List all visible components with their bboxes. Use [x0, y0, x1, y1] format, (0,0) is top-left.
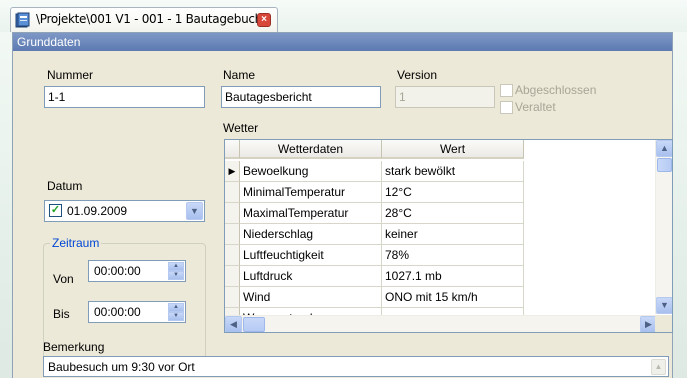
row-selector[interactable]	[225, 245, 240, 266]
table-cell[interactable]: 1027.1 mb	[382, 266, 524, 287]
vertical-scrollbar[interactable]: ▲ ▼	[655, 140, 672, 314]
nummer-field[interactable]: 1-1	[44, 86, 205, 108]
table-cell[interactable]: MinimalTemperatur	[240, 182, 382, 203]
abgeschlossen-label: Abgeschlossen	[515, 83, 597, 97]
spin-up-icon[interactable]: ▲	[168, 303, 184, 312]
spin-up-icon[interactable]: ▲	[168, 262, 184, 271]
version-label: Version	[397, 68, 438, 82]
scroll-left-icon[interactable]: ◀	[225, 316, 242, 332]
veraltet-checkbox[interactable]	[500, 101, 513, 114]
tab-strip: \Projekte\001 V1 - 001 - 1 Bautagebuch ×	[0, 0, 687, 32]
table-cell[interactable]: 12°C	[382, 182, 524, 203]
von-time-field[interactable]: 00:00:00 ▲ ▼	[88, 260, 186, 282]
row-selector[interactable]	[225, 266, 240, 287]
bis-label: Bis	[53, 307, 70, 321]
abgeschlossen-checkbox[interactable]	[500, 84, 513, 97]
name-field[interactable]: Bautagesbericht	[221, 86, 381, 108]
bis-time-field[interactable]: 00:00:00 ▲ ▼	[88, 301, 186, 323]
table-row[interactable]: Luftdruck 1027.1 mb	[225, 266, 525, 287]
chevron-down-icon[interactable]: ▼	[186, 202, 203, 220]
table-row[interactable]: MaximalTemperatur 28°C	[225, 203, 525, 224]
grunddaten-panel: Grunddaten Nummer 1-1 Name Bautagesberic…	[12, 32, 673, 378]
name-label: Name	[223, 68, 256, 82]
table-cell[interactable]: 78%	[382, 245, 524, 266]
scroll-up-icon[interactable]: ▲	[656, 140, 672, 157]
table-cell[interactable]: Niederschlag	[240, 224, 382, 245]
von-label: Von	[53, 272, 74, 286]
bemerkung-value: Baubesuch um 9:30 vor Ort	[48, 360, 195, 374]
version-field: 1	[395, 86, 495, 108]
row-selector[interactable]	[225, 287, 240, 308]
scrollbar-corner	[655, 315, 672, 332]
table-cell[interactable]: Wind	[240, 287, 382, 308]
tab-bautagebuch[interactable]: \Projekte\001 V1 - 001 - 1 Bautagebuch ×	[10, 7, 278, 32]
close-icon[interactable]: ×	[257, 13, 271, 27]
nummer-label: Nummer	[47, 68, 94, 82]
scrollbar-thumb[interactable]	[657, 158, 672, 172]
datum-picker[interactable]: ✓ 01.09.2009 ▼	[44, 200, 205, 222]
veraltet-label: Veraltet	[515, 100, 556, 114]
table-cell[interactable]: 28°C	[382, 203, 524, 224]
table-cell[interactable]: stark bewölkt	[382, 161, 524, 182]
project-book-icon	[15, 12, 30, 28]
table-cell[interactable]: Bewoelkung	[240, 161, 382, 182]
row-selector[interactable]	[225, 224, 240, 245]
table-cell[interactable]: keiner	[382, 224, 524, 245]
bemerkung-field[interactable]: Baubesuch um 9:30 vor Ort ▲	[43, 356, 669, 377]
von-value: 00:00:00	[94, 264, 141, 278]
column-header-wert[interactable]: Wert	[382, 140, 524, 159]
scrollbar-thumb[interactable]	[243, 317, 265, 332]
scroll-up-icon[interactable]: ▲	[651, 359, 666, 375]
wetter-grid[interactable]: Wetterdaten Wert ▶ Bewoelkung stark bewö…	[224, 139, 673, 333]
bis-value: 00:00:00	[94, 305, 141, 319]
datum-label: Datum	[47, 179, 83, 193]
datum-checkbox[interactable]: ✓	[49, 204, 62, 217]
zeitraum-title: Zeitraum	[50, 236, 102, 250]
table-row[interactable]: MinimalTemperatur 12°C	[225, 182, 525, 203]
spin-down-icon[interactable]: ▼	[168, 271, 184, 280]
table-cell[interactable]: ONO mit 15 km/h	[382, 287, 524, 308]
spin-down-icon[interactable]: ▼	[168, 312, 184, 321]
current-row-indicator-icon: ▶	[225, 161, 240, 182]
table-cell[interactable]: Luftdruck	[240, 266, 382, 287]
table-row[interactable]: Luftfeuchtigkeit 78%	[225, 245, 525, 266]
panel-title: Grunddaten	[13, 33, 672, 51]
tab-title: \Projekte\001 V1 - 001 - 1 Bautagebuch	[36, 12, 262, 26]
table-cell[interactable]: Luftfeuchtigkeit	[240, 245, 382, 266]
column-header-wetterdaten[interactable]: Wetterdaten	[240, 140, 382, 159]
horizontal-scrollbar[interactable]: ◀ ▶	[225, 315, 657, 332]
table-cell[interactable]: MaximalTemperatur	[240, 203, 382, 224]
scroll-down-icon[interactable]: ▼	[656, 297, 672, 314]
table-row[interactable]: Wind ONO mit 15 km/h	[225, 287, 525, 308]
row-selector[interactable]	[225, 182, 240, 203]
bemerkung-label: Bemerkung	[43, 340, 105, 354]
wetter-label: Wetter	[223, 121, 259, 135]
datum-value: 01.09.2009	[67, 204, 128, 218]
row-selector[interactable]	[225, 203, 240, 224]
grid-corner-header	[225, 140, 240, 159]
table-row[interactable]: ▶ Bewoelkung stark bewölkt	[225, 161, 525, 182]
table-row[interactable]: Niederschlag keiner	[225, 224, 525, 245]
